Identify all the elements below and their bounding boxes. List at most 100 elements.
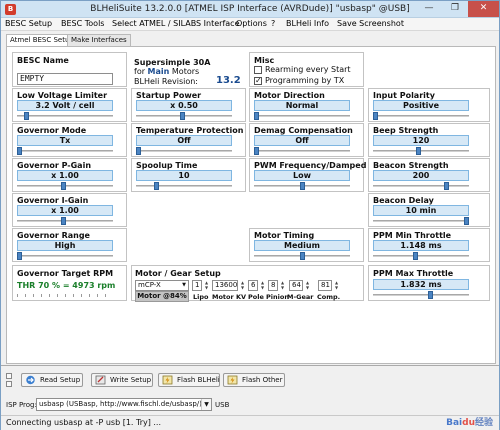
menu-help[interactable]: ?	[271, 19, 275, 28]
beep-strength-box: Beep Strength 120	[368, 123, 490, 157]
firmware-target-line: for Main Motors	[134, 67, 199, 76]
status-text: Connecting usbasp at -P usb [1. Try] ...	[6, 418, 162, 427]
motor-kv-label: Motor KV	[212, 293, 247, 301]
low-voltage-value: 3.2 Volt / cell	[17, 100, 113, 111]
governor-i-gain-value: x 1.00	[17, 205, 113, 216]
governor-mode-thumb[interactable]	[17, 147, 22, 155]
pinion-spin-icon[interactable]: ▲ ▼	[279, 280, 286, 290]
title-bar: B BLHeliSuite 13.2.0.0 [ATMEL ISP Interf…	[1, 1, 499, 18]
spoolup-time-slider[interactable]	[136, 185, 232, 187]
demag-compensation-thumb[interactable]	[254, 147, 259, 155]
motor-direction-label: Motor Direction	[254, 91, 325, 100]
minimize-button[interactable]: —	[416, 1, 442, 17]
ppm-min-throttle-slider[interactable]	[373, 255, 469, 257]
pole-spin-icon[interactable]: ▲ ▼	[259, 280, 266, 290]
besc-name-input[interactable]: EMPTY	[17, 73, 113, 85]
beacon-delay-slider[interactable]	[373, 220, 469, 222]
comp-input[interactable]: 81	[318, 280, 332, 291]
temperature-protection-thumb[interactable]	[136, 147, 141, 155]
firmware-info-box: Supersimple 30A for Main Motors BLHeli R…	[131, 52, 246, 87]
isp-dropdown-icon[interactable]: ▼	[201, 399, 211, 410]
baidu-watermark: Baidu经验	[446, 418, 493, 428]
governor-i-gain-thumb[interactable]	[60, 217, 66, 225]
motor-type-dropdown-icon[interactable]: ▼	[182, 281, 186, 290]
motor-gear-box: Motor / Gear Setup mCP-X ▼ 1 ▲ ▼ 13600 ▲ ▼…	[131, 265, 364, 302]
motor-direction-slider[interactable]	[254, 115, 350, 117]
demag-compensation-value: Off	[254, 135, 350, 146]
write-setup-button[interactable]: Write Setup	[91, 373, 153, 387]
demag-compensation-slider[interactable]	[254, 150, 350, 152]
lipo-spin-icon[interactable]: ▲ ▼	[203, 280, 210, 290]
governor-i-gain-label: Governor I-Gain	[17, 196, 89, 205]
motor-timing-thumb[interactable]	[299, 252, 305, 260]
small-toggle-2[interactable]	[6, 381, 12, 387]
rearming-label: Rearming every Start	[265, 65, 351, 74]
motor-type-select[interactable]: mCP-X ▼	[135, 280, 189, 291]
spoolup-time-label: Spoolup Time	[136, 161, 198, 170]
menu-bar: BESC Setup BESC Tools Select ATMEL / SIL…	[1, 18, 499, 31]
beacon-strength-slider[interactable]	[373, 185, 469, 187]
governor-range-slider[interactable]	[17, 255, 113, 257]
ppm-min-throttle-label: PPM Min Throttle	[373, 231, 452, 240]
menu-save-screenshot[interactable]: Save Screenshot	[337, 19, 404, 28]
input-polarity-slider[interactable]	[373, 115, 469, 117]
status-bar: Connecting usbasp at -P usb [1. Try] ...…	[1, 415, 499, 430]
flash-blheli-button[interactable]: Flash BLHeli	[158, 373, 220, 387]
beep-strength-slider[interactable]	[373, 150, 469, 152]
ppm-min-throttle-value: 1.148 ms	[373, 240, 469, 251]
motor-kv-input[interactable]: 13600	[212, 280, 238, 291]
spoolup-time-thumb[interactable]	[154, 182, 160, 190]
low-voltage-thumb[interactable]	[24, 112, 30, 120]
programming-tx-checkbox[interactable]: ✓	[254, 77, 262, 85]
startup-power-thumb[interactable]	[179, 112, 185, 120]
motor-kv-spin-icon[interactable]: ▲ ▼	[239, 280, 246, 290]
menu-select-interface[interactable]: Select ATMEL / SILABS Interface	[112, 19, 240, 28]
ppm-max-throttle-thumb[interactable]	[427, 291, 433, 299]
demag-compensation-box: Demag Compensation Off	[249, 123, 364, 157]
write-setup-label: Write Setup	[110, 376, 152, 384]
temperature-protection-slider[interactable]	[136, 150, 232, 152]
close-button[interactable]: ✕	[468, 1, 499, 17]
isp-prog-label: ISP Prog:	[6, 401, 37, 409]
pinion-input[interactable]: 8	[268, 280, 278, 291]
menu-blheli-info[interactable]: BLHeli Info	[286, 19, 329, 28]
beacon-strength-box: Beacon Strength 200	[368, 158, 490, 192]
menu-besc-setup[interactable]: BESC Setup	[5, 19, 52, 28]
beep-strength-thumb[interactable]	[415, 147, 421, 155]
read-setup-icon	[26, 375, 35, 385]
pwm-frequency-value: Low	[254, 170, 350, 181]
besc-name-label: BESC Name	[17, 56, 69, 65]
beacon-delay-value: 10 min	[373, 205, 469, 216]
isp-prog-select[interactable]: usbasp (USBasp, http://www.fischl.de/usb…	[36, 398, 212, 411]
m-gear-input[interactable]: 64	[289, 280, 303, 291]
motor-direction-thumb[interactable]	[254, 112, 259, 120]
menu-options[interactable]: Options	[236, 19, 267, 28]
ppm-max-throttle-slider[interactable]	[373, 294, 469, 296]
m-gear-label: M-Gear	[287, 293, 314, 301]
flash-blheli-label: Flash BLHeli	[177, 376, 220, 384]
governor-range-thumb[interactable]	[17, 252, 22, 260]
beacon-strength-thumb[interactable]	[443, 182, 449, 190]
maximize-button[interactable]: ❐	[442, 1, 468, 17]
small-toggle-1[interactable]	[6, 373, 12, 379]
governor-mode-slider[interactable]	[17, 150, 113, 152]
governor-p-gain-box: Governor P-Gain x 1.00	[12, 158, 127, 192]
main-text: Main	[147, 67, 170, 76]
pwm-frequency-thumb[interactable]	[299, 182, 305, 190]
comp-label: Comp.	[317, 293, 341, 301]
governor-p-gain-thumb[interactable]	[60, 182, 66, 190]
startup-power-value: x 0.50	[136, 100, 232, 111]
lipo-input[interactable]: 1	[192, 280, 202, 291]
ppm-min-throttle-thumb[interactable]	[413, 252, 419, 260]
menu-besc-tools[interactable]: BESC Tools	[61, 19, 104, 28]
m-gear-spin-icon[interactable]: ▲ ▼	[304, 280, 311, 290]
beacon-delay-thumb[interactable]	[464, 217, 469, 225]
comp-spin-icon[interactable]: ▲ ▼	[333, 280, 340, 290]
rearming-checkbox[interactable]	[254, 66, 262, 74]
read-setup-button[interactable]: Read Setup	[21, 373, 83, 387]
write-setup-icon	[95, 375, 106, 385]
pole-input[interactable]: 6	[248, 280, 258, 291]
input-polarity-thumb[interactable]	[373, 112, 378, 120]
flash-other-button[interactable]: Flash Other	[223, 373, 285, 387]
low-voltage-slider[interactable]	[17, 115, 113, 117]
